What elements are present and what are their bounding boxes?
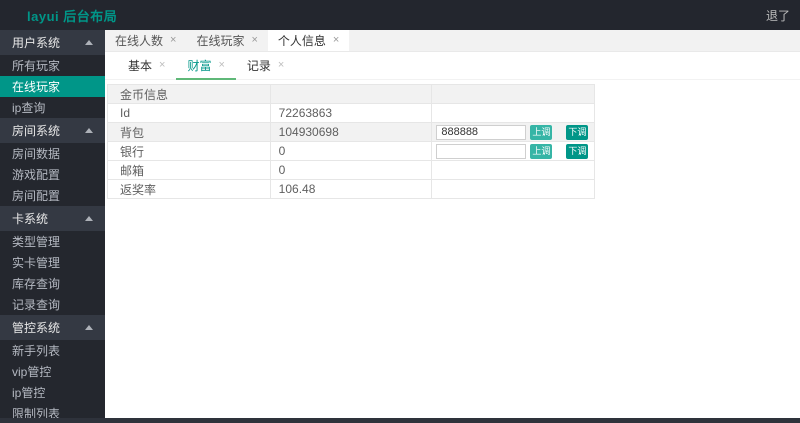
sidebar-item[interactable]: 游戏配置 xyxy=(0,164,105,185)
logout-link[interactable]: 退了 xyxy=(766,7,790,24)
sidebar-section-header[interactable]: 卡系统 xyxy=(0,206,105,231)
main-area: 在线人数 × 在线玩家 × 个人信息 × 基本 × 财富 × 记录 × 金币信息 Id 72263863… xyxy=(105,30,800,423)
subtab[interactable]: 记录 × xyxy=(236,52,295,79)
row-label-cell: Id xyxy=(108,104,271,123)
coin-info-table: 金币信息Id72263863背包104930698上调下调银行0上调下调邮箱0返… xyxy=(107,84,595,199)
row-action-cell xyxy=(432,180,595,199)
tab[interactable]: 在线玩家 × xyxy=(186,30,267,51)
sidebar-section-label: 房间系统 xyxy=(12,124,61,138)
row-label-cell: 邮箱 xyxy=(108,161,271,180)
table-row: 银行 0 上调 下调 xyxy=(108,142,595,161)
subtab-label: 财富 xyxy=(187,59,212,73)
content-panel: 金币信息Id72263863背包104930698上调下调银行0上调下调邮箱0返… xyxy=(105,80,800,199)
close-icon[interactable]: × xyxy=(251,35,257,46)
row-value-cell: 0 xyxy=(270,142,433,161)
sidebar-item[interactable]: 库存查询 xyxy=(0,273,105,294)
sidebar-section-header[interactable]: 用户系统 xyxy=(0,30,105,55)
close-icon[interactable]: × xyxy=(218,60,224,71)
adjust-down-button[interactable]: 下调 xyxy=(566,143,589,159)
collapse-arrow-icon xyxy=(85,128,93,133)
sidebar-section-label: 用户系统 xyxy=(12,36,61,50)
row-action-cell xyxy=(432,104,595,123)
tab-label: 在线人数 xyxy=(115,34,164,48)
close-icon[interactable]: × xyxy=(159,60,165,71)
close-icon[interactable]: × xyxy=(333,35,339,46)
row-value-cell: 106.48 xyxy=(270,180,433,199)
tab-active[interactable]: 个人信息 × xyxy=(267,30,350,51)
row-label-cell: 背包 xyxy=(108,123,271,142)
sidebar-section-header[interactable]: 管控系统 xyxy=(0,315,105,340)
tab-label: 在线玩家 xyxy=(196,34,245,48)
adjust-up-button[interactable]: 上调 xyxy=(530,143,553,159)
sidebar-item[interactable]: 实卡管理 xyxy=(0,252,105,273)
tab-label: 个人信息 xyxy=(277,34,326,48)
topbar: layui 后台布局 退了 xyxy=(0,0,800,30)
bottom-strip xyxy=(0,418,800,423)
table-row: 背包104930698上调下调 xyxy=(108,123,595,142)
table-header-cell xyxy=(270,85,433,104)
row-action-cell: 上调下调 xyxy=(432,123,595,142)
row-value-cell: 72263863 xyxy=(270,104,433,123)
sidebar-item[interactable]: 类型管理 xyxy=(0,231,105,252)
amount-input[interactable] xyxy=(436,143,527,159)
sidebar-item[interactable]: vip管控 xyxy=(0,361,105,382)
sidebar-item[interactable]: ip查询 xyxy=(0,97,105,118)
adjust-down-button[interactable]: 下调 xyxy=(566,124,589,140)
sidebar-item[interactable]: 新手列表 xyxy=(0,340,105,361)
row-value-cell: 104930698 xyxy=(270,123,433,142)
row-label-cell: 银行 xyxy=(108,142,271,161)
sidebar-item[interactable]: 房间数据 xyxy=(0,143,105,164)
collapse-arrow-icon xyxy=(85,216,93,221)
row-action-cell xyxy=(432,161,595,180)
subtab-label: 记录 xyxy=(246,59,271,73)
sidebar-section-label: 管控系统 xyxy=(12,321,61,335)
sidebar-section-label: 卡系统 xyxy=(12,212,49,226)
row-label-cell: 返奖率 xyxy=(108,180,271,199)
app-window: layui 后台布局 退了 用户系统 所有玩家 在线玩家 ip查询 房间系统 房间数据 游戏… xyxy=(0,0,800,423)
close-icon[interactable]: × xyxy=(170,35,176,46)
sidebar-item[interactable]: 房间配置 xyxy=(0,185,105,206)
table-header-cell: 金币信息 xyxy=(108,85,271,104)
row-value-cell: 0 xyxy=(270,161,433,180)
sidebar-item-active[interactable]: 在线玩家 xyxy=(0,76,105,97)
sidebar-item[interactable]: 所有玩家 xyxy=(0,55,105,76)
subtab[interactable]: 基本 × xyxy=(117,52,176,79)
table-header-row: 金币信息 xyxy=(108,85,595,104)
sidebar-nav: 用户系统所有玩家 在线玩家 ip查询房间系统房间数据 游戏配置 房间配置卡系统类型管理实… xyxy=(0,30,105,423)
sidebar-item[interactable]: ip管控 xyxy=(0,382,105,403)
subtab-label: 基本 xyxy=(128,59,153,73)
close-icon[interactable]: × xyxy=(278,60,284,71)
adjust-up-button[interactable]: 上调 xyxy=(530,124,553,140)
table-row: 返奖率 106.48 xyxy=(108,180,595,199)
collapse-arrow-icon xyxy=(85,40,93,45)
amount-input[interactable] xyxy=(436,124,527,140)
subtab-bar: 基本 × 财富 × 记录 × xyxy=(105,52,800,80)
tab[interactable]: 在线人数 × xyxy=(105,30,186,51)
collapse-arrow-icon xyxy=(85,325,93,330)
row-action-cell: 上调下调 xyxy=(432,142,595,161)
sidebar-section-header[interactable]: 房间系统 xyxy=(0,118,105,143)
table-header-cell xyxy=(432,85,595,104)
sidebar-item[interactable]: 记录查询 xyxy=(0,294,105,315)
app-logo[interactable]: layui 后台布局 xyxy=(27,6,117,25)
subtab-active[interactable]: 财富 × xyxy=(176,52,237,80)
table-row: Id 72263863 xyxy=(108,104,595,123)
tab-bar: 在线人数 × 在线玩家 × 个人信息 × xyxy=(105,30,800,52)
table-row: 邮箱 0 xyxy=(108,161,595,180)
